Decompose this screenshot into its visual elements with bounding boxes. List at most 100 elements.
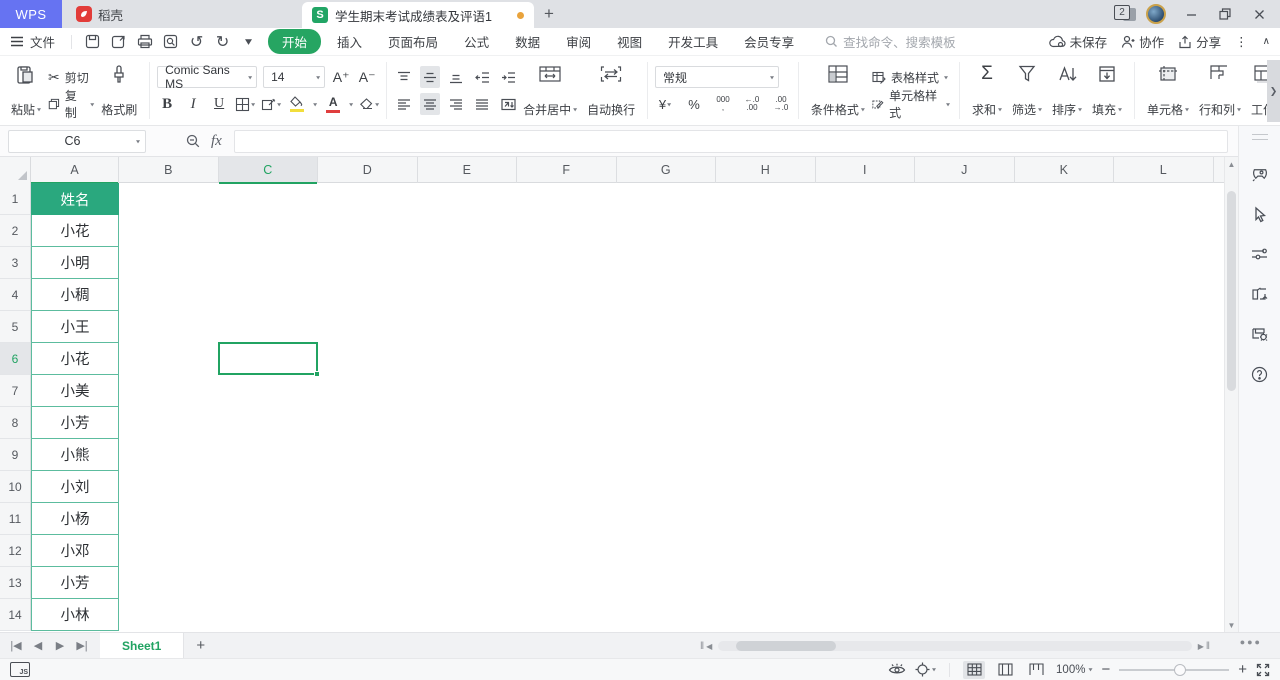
row-header-3[interactable]: 3 bbox=[0, 247, 31, 279]
fill-color-button[interactable] bbox=[287, 93, 307, 115]
merge-center-button[interactable]: 合并居中 ▾ bbox=[518, 60, 582, 121]
currency-button[interactable]: ¥ ▾ bbox=[655, 93, 675, 115]
cell-A7[interactable]: 小美 bbox=[31, 375, 119, 407]
user-avatar[interactable] bbox=[1146, 4, 1166, 24]
align-left-icon[interactable] bbox=[394, 93, 414, 115]
cell-A11[interactable]: 小杨 bbox=[31, 503, 119, 535]
number-format-select[interactable]: 常规 ▾ bbox=[655, 66, 780, 88]
export-icon[interactable] bbox=[110, 33, 127, 50]
restore-button[interactable] bbox=[1210, 0, 1240, 28]
decrease-decimal-button[interactable]: .00 →.0 bbox=[771, 93, 791, 115]
collapse-ribbon-icon[interactable]: ∧ bbox=[1263, 36, 1270, 47]
tab-document[interactable]: S 学生期末考试成绩表及评语1 bbox=[302, 2, 534, 28]
menu-tab-7[interactable]: 开发工具 bbox=[658, 29, 728, 54]
cell-A14[interactable]: 小林 bbox=[31, 599, 119, 631]
row-header-13[interactable]: 13 bbox=[0, 567, 31, 599]
menu-tab-8[interactable]: 会员专享 bbox=[734, 29, 804, 54]
select-all-corner[interactable] bbox=[0, 157, 31, 183]
minimize-button[interactable] bbox=[1176, 0, 1206, 28]
help-icon[interactable] bbox=[1249, 363, 1271, 385]
percent-button[interactable]: % bbox=[684, 93, 704, 115]
redo-icon[interactable]: ↻ bbox=[214, 33, 231, 51]
sort-button[interactable]: 排序 ▾ bbox=[1047, 60, 1087, 121]
cell-A8[interactable]: 小芳 bbox=[31, 407, 119, 439]
next-sheet-icon[interactable]: ▶ bbox=[50, 639, 70, 652]
last-sheet-icon[interactable]: ▶| bbox=[72, 639, 92, 652]
column-header-B[interactable]: B bbox=[119, 157, 219, 183]
column-header-H[interactable]: H bbox=[716, 157, 816, 183]
print-preview-icon[interactable] bbox=[162, 33, 179, 50]
save-status-button[interactable]: 未保存 bbox=[1048, 32, 1107, 51]
new-tab-button[interactable]: + bbox=[534, 0, 564, 28]
row-header-4[interactable]: 4 bbox=[0, 279, 31, 311]
document-count-button[interactable]: 2 bbox=[1114, 5, 1136, 23]
cell-A4[interactable]: 小稠 bbox=[31, 279, 119, 311]
copy-button[interactable]: 复制 ▾ bbox=[48, 89, 94, 120]
font-color-caret-icon[interactable]: ▾ bbox=[349, 100, 353, 107]
increase-font-icon[interactable]: A⁺ bbox=[331, 66, 351, 88]
bold-button[interactable]: B bbox=[157, 93, 177, 115]
cell-A12[interactable]: 小邓 bbox=[31, 535, 119, 567]
rows-columns-button[interactable]: 行和列 ▾ bbox=[1194, 60, 1246, 121]
cut-button[interactable]: ✂ 剪切 bbox=[48, 65, 94, 89]
row-header-11[interactable]: 11 bbox=[0, 503, 31, 535]
command-search[interactable]: 查找命令、搜索模板 bbox=[825, 32, 956, 51]
format-painter-button[interactable]: 格式刷 bbox=[96, 60, 142, 121]
transform-table-icon[interactable] bbox=[1249, 283, 1271, 305]
close-button[interactable] bbox=[1244, 0, 1274, 28]
select-cursor-icon[interactable] bbox=[1249, 203, 1271, 225]
formula-input[interactable] bbox=[233, 129, 1228, 153]
prev-sheet-icon[interactable]: ◀ bbox=[28, 639, 48, 652]
borders-button[interactable]: ▾ bbox=[235, 93, 255, 115]
text-orientation-icon[interactable] bbox=[498, 93, 518, 115]
cell-options-icon[interactable] bbox=[1249, 323, 1271, 345]
paste-button[interactable]: 粘贴 ▾ bbox=[6, 60, 46, 121]
row-header-14[interactable]: 14 bbox=[0, 599, 31, 631]
column-header-D[interactable]: D bbox=[318, 157, 418, 183]
decrease-indent-icon[interactable] bbox=[472, 66, 492, 88]
scroll-down-icon[interactable]: ▼ bbox=[1225, 618, 1238, 632]
column-header-E[interactable]: E bbox=[418, 157, 517, 183]
align-right-icon[interactable] bbox=[446, 93, 466, 115]
increase-indent-icon[interactable] bbox=[498, 66, 518, 88]
hscroll-thumb[interactable] bbox=[736, 641, 837, 651]
tab-docer-store[interactable]: 稻壳 bbox=[62, 0, 302, 28]
conditional-format-button[interactable]: 条件格式 ▾ bbox=[806, 60, 870, 121]
print-icon[interactable] bbox=[136, 33, 153, 50]
sheetbar-more-icon[interactable]: ●●● bbox=[1240, 637, 1262, 647]
align-bottom-icon[interactable] bbox=[446, 66, 466, 88]
font-color-button[interactable]: A bbox=[323, 93, 343, 115]
quick-tools-rocket-icon[interactable] bbox=[1249, 163, 1271, 185]
cells-button[interactable]: 单元格 ▾ bbox=[1142, 60, 1194, 121]
increase-decimal-button[interactable]: ←.0.00 bbox=[742, 93, 762, 115]
row-header-7[interactable]: 7 bbox=[0, 375, 31, 407]
first-sheet-icon[interactable]: |◀ bbox=[6, 639, 26, 652]
undo-icon[interactable]: ↺ bbox=[188, 33, 205, 51]
underline-button[interactable]: U bbox=[209, 93, 229, 115]
share-button[interactable]: 分享 bbox=[1178, 32, 1221, 51]
table-style-button[interactable]: 表格样式 ▾ bbox=[872, 65, 950, 89]
menu-tab-2[interactable]: 页面布局 bbox=[378, 29, 448, 54]
zoom-slider-knob[interactable] bbox=[1174, 663, 1187, 676]
align-center-icon[interactable] bbox=[420, 93, 441, 115]
draw-border-button[interactable]: ▾ bbox=[261, 93, 281, 115]
cell-A1[interactable]: 姓名 bbox=[31, 183, 119, 215]
column-header-G[interactable]: G bbox=[617, 157, 716, 183]
row-header-1[interactable]: 1 bbox=[0, 183, 31, 215]
filter-button[interactable]: 筛选 ▾ bbox=[1007, 60, 1047, 121]
cell-A3[interactable]: 小明 bbox=[31, 247, 119, 279]
align-top-icon[interactable] bbox=[394, 66, 414, 88]
cell-style-button[interactable]: 单元格样式 ▾ bbox=[872, 89, 950, 120]
normal-view-button[interactable] bbox=[963, 660, 986, 679]
panel-drag-handle[interactable] bbox=[1251, 134, 1268, 140]
align-middle-icon[interactable] bbox=[420, 66, 441, 88]
ribbon-expand-button[interactable]: ❯ bbox=[1267, 60, 1280, 122]
row-header-9[interactable]: 9 bbox=[0, 439, 31, 471]
zoom-formula-icon[interactable] bbox=[186, 134, 201, 149]
zoom-out-button[interactable]: − bbox=[1101, 661, 1110, 678]
justify-icon[interactable] bbox=[472, 93, 492, 115]
menu-tab-4[interactable]: 数据 bbox=[505, 29, 550, 54]
cell-A10[interactable]: 小刘 bbox=[31, 471, 119, 503]
menu-tab-6[interactable]: 视图 bbox=[607, 29, 652, 54]
menu-tab-3[interactable]: 公式 bbox=[454, 29, 499, 54]
